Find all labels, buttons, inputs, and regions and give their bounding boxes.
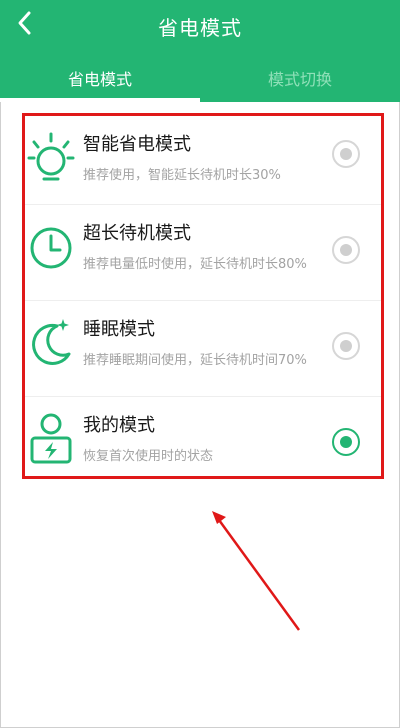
mode-title: 超长待机模式 xyxy=(83,223,191,244)
page-title: 省电模式 xyxy=(158,16,242,40)
mode-desc: 推荐电量低时使用，延长待机时长80% xyxy=(83,257,307,272)
clock-icon xyxy=(30,227,72,269)
mode-item-long-standby[interactable]: 超长待机模式 推荐电量低时使用，延长待机时长80% xyxy=(25,204,381,300)
mode-radio[interactable] xyxy=(332,332,360,360)
mode-title: 我的模式 xyxy=(83,415,155,436)
mode-radio-selected[interactable] xyxy=(332,428,360,456)
mode-item-smart[interactable]: 智能省电模式 推荐使用，智能延长待机时长30% xyxy=(25,116,381,212)
bulb-icon xyxy=(27,132,75,181)
mode-list: 智能省电模式 推荐使用，智能延长待机时长30% 超长待机模式 推荐电量低时使用，… xyxy=(22,113,384,479)
mode-title: 睡眠模式 xyxy=(83,319,155,340)
mode-desc: 推荐使用，智能延长待机时长30% xyxy=(83,168,281,183)
moon-icon xyxy=(32,319,71,365)
mode-radio[interactable] xyxy=(332,140,360,168)
mode-title: 智能省电模式 xyxy=(83,134,191,155)
mode-item-mine[interactable]: 我的模式 恢复首次使用时的状态 xyxy=(25,396,381,492)
tab-indicator xyxy=(0,98,200,102)
tab-mode-switch[interactable]: 模式切换 xyxy=(200,66,400,90)
mode-desc: 推荐睡眠期间使用，延长待机时间70% xyxy=(83,353,307,368)
tab-power-saving[interactable]: 省电模式 xyxy=(0,66,200,90)
user-battery-icon xyxy=(30,413,72,464)
mode-item-sleep[interactable]: 睡眠模式 推荐睡眠期间使用，延长待机时间70% xyxy=(25,300,381,396)
mode-desc: 恢复首次使用时的状态 xyxy=(83,449,214,464)
app-header: 省电模式 省电模式 模式切换 xyxy=(0,0,400,102)
mode-radio[interactable] xyxy=(332,236,360,264)
